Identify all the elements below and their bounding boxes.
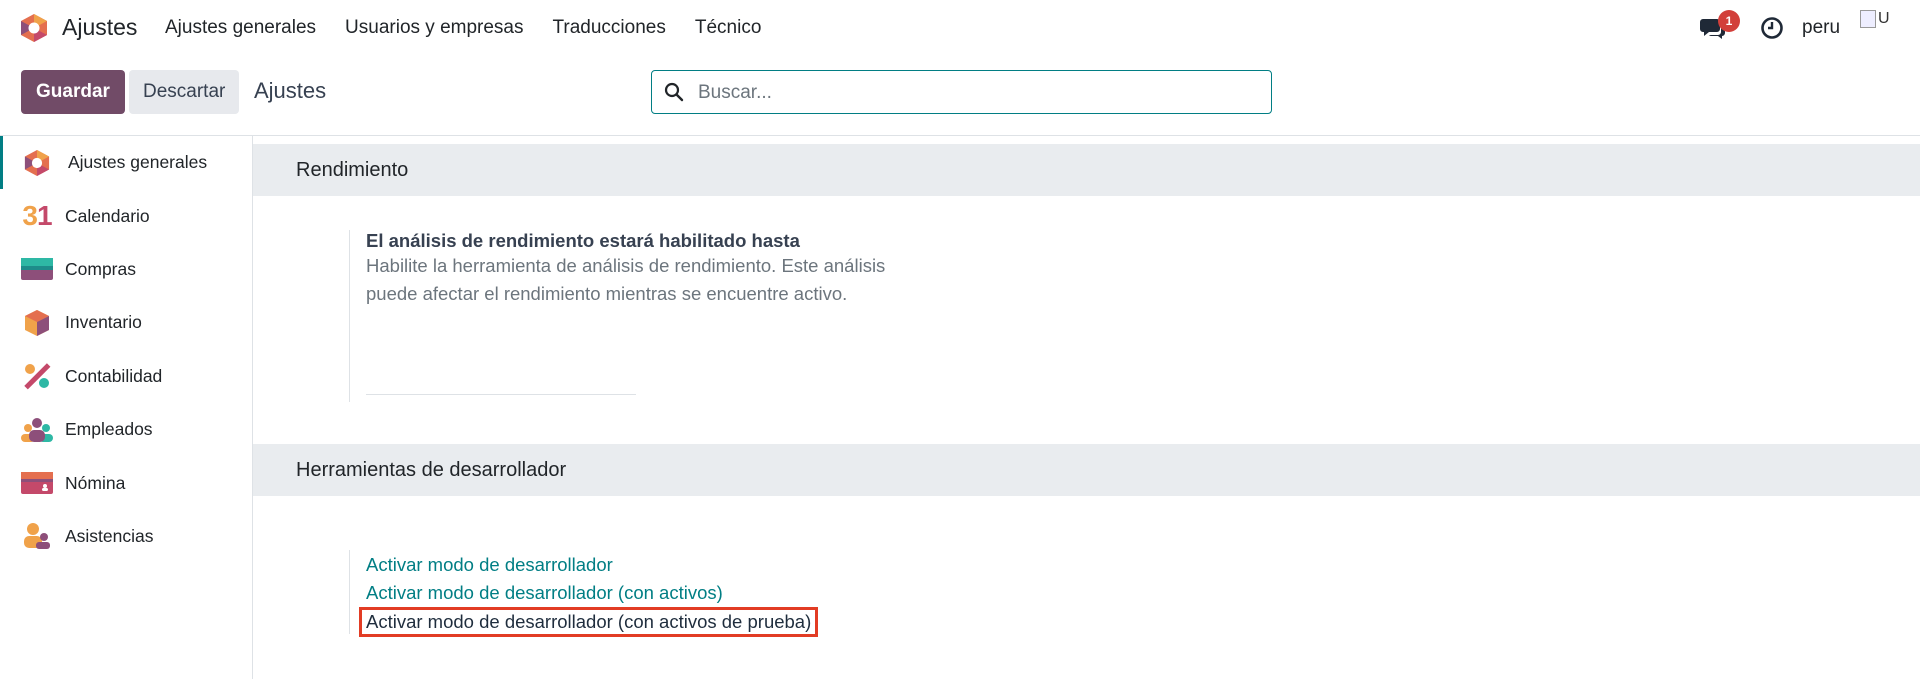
notification-badge: 1 [1718,10,1740,32]
menu-ajustes-generales[interactable]: Ajustes generales [165,17,316,39]
sidebar-item-empleados[interactable]: Empleados [0,403,252,456]
sidebar-item-contabilidad[interactable]: Contabilidad [0,350,252,403]
search-input[interactable] [696,77,1260,109]
section-header-desarrollador: Herramientas de desarrollador [253,444,1920,496]
menu-tecnico[interactable]: Técnico [695,17,762,39]
sidebar-item-asistencias[interactable]: Asistencias [0,510,252,563]
settings-sidebar: Ajustes generales 31 Calendario Compras … [0,136,253,679]
sidebar-item-label: Nómina [65,472,126,493]
sidebar-item-label: Asistencias [65,525,154,546]
discard-button[interactable]: Descartar [129,70,240,114]
search-box[interactable] [651,70,1272,114]
sidebar-item-label: Contabilidad [65,365,163,386]
setting-title: El análisis de rendimiento estará habili… [366,230,800,251]
divider [366,394,636,395]
sidebar-item-ajustes-generales[interactable]: Ajustes generales [0,136,252,190]
calendar-icon: 31 [21,200,53,232]
main-menu: Ajustes generales Usuarios y empresas Tr… [165,17,790,39]
section-header-rendimiento: Rendimiento [253,144,1920,196]
setting-description: Habilite la herramienta de análisis de r… [366,255,886,304]
section-title: Rendimiento [296,159,409,181]
developer-links-border [349,550,351,634]
sidebar-item-label: Empleados [65,419,153,440]
purchase-card-icon [21,253,53,285]
settings-content: Rendimiento El análisis de rendimiento e… [253,136,1920,679]
control-panel: Guardar Descartar Ajustes [0,56,1920,136]
sidebar-item-label: Inventario [65,312,142,333]
odoo-logo-icon[interactable] [20,13,48,43]
sidebar-item-inventario[interactable]: Inventario [0,296,252,349]
save-button[interactable]: Guardar [21,70,125,114]
sidebar-item-calendario[interactable]: 31 Calendario [0,189,252,242]
menu-traducciones[interactable]: Traducciones [553,17,666,39]
inventory-box-icon [21,307,53,339]
broken-image-icon [1860,10,1876,28]
breadcrumb: Ajustes [254,78,327,103]
sidebar-item-label: Ajustes generales [68,152,208,173]
setting-performance: El análisis de rendimiento estará habili… [349,230,906,402]
sidebar-item-label: Compras [65,258,136,279]
accounting-icon [21,360,53,392]
menu-usuarios-empresas[interactable]: Usuarios y empresas [345,17,523,39]
section-title: Herramientas de desarrollador [296,459,567,481]
avatar[interactable]: U [1860,10,1894,44]
calendar-number: 31 [22,200,52,232]
search-icon [664,82,684,102]
odoo-logo-icon [21,147,53,179]
attendance-icon [21,520,53,552]
clock-icon[interactable] [1760,16,1784,40]
activate-dev-mode-link[interactable]: Activar modo de desarrollador [366,554,613,576]
avatar-alt-text: U [1878,10,1890,27]
sidebar-item-label: Calendario [65,205,150,226]
employees-icon [21,414,53,446]
sidebar-item-nomina[interactable]: Nómina [0,456,252,509]
top-navbar: Ajustes Ajustes generales Usuarios y emp… [0,0,1920,56]
user-name[interactable]: peru [1802,17,1840,39]
app-title[interactable]: Ajustes [62,14,137,41]
activate-dev-mode-test-assets-link[interactable]: Activar modo de desarrollador (con activ… [358,607,819,637]
sidebar-item-compras[interactable]: Compras [0,243,252,296]
payroll-icon [21,467,53,499]
activate-dev-mode-assets-link[interactable]: Activar modo de desarrollador (con activ… [366,582,723,604]
